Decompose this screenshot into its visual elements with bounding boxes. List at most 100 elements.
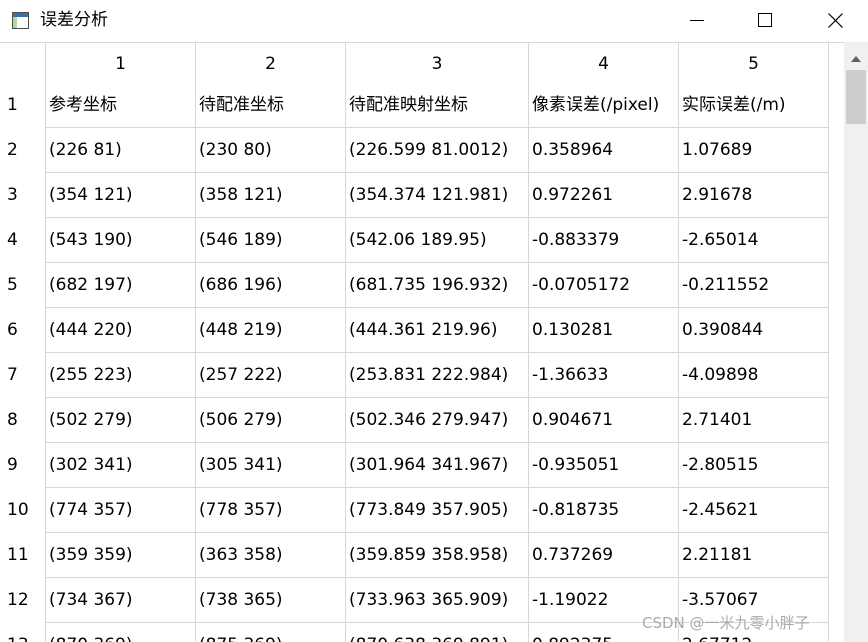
table-cell[interactable]: -0.883379 (529, 218, 679, 263)
table-cell[interactable]: (359 359) (46, 533, 196, 578)
table-cell[interactable]: (733.963 365.909) (346, 578, 529, 623)
table-cell[interactable]: (870 369) (46, 623, 196, 642)
title-bar: 误差分析 (0, 0, 868, 42)
table-cell[interactable]: (870.638 369.891) (346, 623, 529, 642)
table-cell[interactable]: 待配准映射坐标 (346, 83, 529, 128)
table-cell[interactable]: (546 189) (196, 218, 346, 263)
table-cell[interactable]: (734 367) (46, 578, 196, 623)
table-cell[interactable]: (506 279) (196, 398, 346, 443)
table-row: (255 223) (257 222) (253.831 222.984) -1.36… (46, 353, 829, 398)
table-cell[interactable]: (444 220) (46, 308, 196, 353)
table-cell[interactable]: (226 81) (46, 128, 196, 173)
table-cell[interactable]: 参考坐标 (46, 83, 196, 128)
column-header[interactable]: 4 (529, 43, 679, 83)
table-row: (543 190) (546 189) (542.06 189.95) -0.8833… (46, 218, 829, 263)
maximize-button[interactable] (742, 0, 788, 42)
table-cell[interactable]: (255 223) (46, 353, 196, 398)
table-cell[interactable]: -2.80515 (679, 443, 829, 488)
table-cell[interactable]: (358 121) (196, 173, 346, 218)
table-cell[interactable]: 0.130281 (529, 308, 679, 353)
close-icon (828, 13, 843, 28)
table-row: (359 359) (363 358) (359.859 358.958) 0.737… (46, 533, 829, 578)
row-header[interactable]: 2 (0, 128, 46, 173)
table-cell[interactable]: (773.849 357.905) (346, 488, 529, 533)
close-button[interactable] (812, 0, 858, 42)
minimize-button[interactable] (674, 0, 720, 42)
table-cell[interactable]: (230 80) (196, 128, 346, 173)
table-cell[interactable]: -1.36633 (529, 353, 679, 398)
row-header[interactable]: 6 (0, 308, 46, 353)
table-cell[interactable]: (682 197) (46, 263, 196, 308)
row-header[interactable]: 9 (0, 443, 46, 488)
window-title: 误差分析 (40, 10, 108, 30)
table-cell[interactable]: (738 365) (196, 578, 346, 623)
row-header[interactable]: 1 (0, 83, 46, 128)
table-cell[interactable]: 2.91678 (679, 173, 829, 218)
table-cell[interactable]: (354.374 121.981) (346, 173, 529, 218)
table-row: (774 357) (778 357) (773.849 357.905) -0.81… (46, 488, 829, 533)
row-header[interactable]: 5 (0, 263, 46, 308)
table-cell[interactable]: -0.818735 (529, 488, 679, 533)
row-header[interactable]: 12 (0, 578, 46, 623)
column-header[interactable]: 5 (679, 43, 829, 83)
table-cell[interactable]: -0.0705172 (529, 263, 679, 308)
table-cell[interactable]: (359.859 358.958) (346, 533, 529, 578)
table-cell[interactable]: 像素误差(/pixel) (529, 83, 679, 128)
table-cell[interactable]: 0.390844 (679, 308, 829, 353)
table-body: 参考坐标 待配准坐标 待配准映射坐标 像素误差(/pixel) 实际误差(/m) (226… (46, 83, 829, 642)
row-header[interactable]: 4 (0, 218, 46, 263)
table-cell[interactable]: (774 357) (46, 488, 196, 533)
table-cell[interactable]: (448 219) (196, 308, 346, 353)
data-table[interactable]: 12345678910111213 12345 参考坐标待配准坐标待配准映射坐标… (0, 42, 844, 642)
scrollbar-thumb[interactable] (846, 70, 866, 124)
watermark: CSDN @一米九零小胖子 (642, 614, 810, 632)
table-cell[interactable]: (363 358) (196, 533, 346, 578)
table-cell[interactable]: -2.65014 (679, 218, 829, 263)
table-cell[interactable]: (226.599 81.0012) (346, 128, 529, 173)
table-cell[interactable]: 待配准坐标 (196, 83, 346, 128)
table-cell[interactable]: (301.964 341.967) (346, 443, 529, 488)
table-row: (302 341) (305 341) (301.964 341.967) -0.93… (46, 443, 829, 488)
table-cell[interactable]: -2.45621 (679, 488, 829, 533)
vertical-scrollbar[interactable] (844, 42, 868, 642)
table-cell[interactable]: (305 341) (196, 443, 346, 488)
table-row: (354 121) (358 121) (354.374 121.981) 0.972… (46, 173, 829, 218)
table-cell[interactable]: (543 190) (46, 218, 196, 263)
table-cell[interactable]: 2.21181 (679, 533, 829, 578)
table-row: (226 81) (230 80) (226.599 81.0012) 0.35896… (46, 128, 829, 173)
table-cell[interactable]: (444.361 219.96) (346, 308, 529, 353)
row-header[interactable]: 13 (0, 623, 46, 642)
row-header[interactable]: 8 (0, 398, 46, 443)
table-cell[interactable]: (681.735 196.932) (346, 263, 529, 308)
table-cell[interactable]: -0.935051 (529, 443, 679, 488)
table-cell[interactable]: 0.358964 (529, 128, 679, 173)
row-header[interactable]: 10 (0, 488, 46, 533)
table-cell[interactable]: (502.346 279.947) (346, 398, 529, 443)
table-cell[interactable]: (542.06 189.95) (346, 218, 529, 263)
row-header[interactable]: 3 (0, 173, 46, 218)
table-cell[interactable]: (778 357) (196, 488, 346, 533)
table-cell[interactable]: (253.831 222.984) (346, 353, 529, 398)
table-cell[interactable]: 1.07689 (679, 128, 829, 173)
table-cell[interactable]: (875 369) (196, 623, 346, 642)
table-row: (502 279) (506 279) (502.346 279.947) 0.904… (46, 398, 829, 443)
scroll-up-arrow-icon[interactable] (851, 56, 861, 62)
row-header[interactable]: 11 (0, 533, 46, 578)
table-cell[interactable]: (686 196) (196, 263, 346, 308)
column-header[interactable]: 1 (46, 43, 196, 83)
column-header[interactable]: 3 (346, 43, 529, 83)
table-cell[interactable]: 0.904671 (529, 398, 679, 443)
table-cell[interactable]: (302 341) (46, 443, 196, 488)
table-row: (682 197) (686 196) (681.735 196.932) -0.07… (46, 263, 829, 308)
table-cell[interactable]: (354 121) (46, 173, 196, 218)
table-cell[interactable]: -4.09898 (679, 353, 829, 398)
table-cell[interactable]: 0.972261 (529, 173, 679, 218)
row-header[interactable]: 7 (0, 353, 46, 398)
column-header[interactable]: 2 (196, 43, 346, 83)
table-cell[interactable]: -0.211552 (679, 263, 829, 308)
table-cell[interactable]: (502 279) (46, 398, 196, 443)
table-cell[interactable]: (257 222) (196, 353, 346, 398)
table-cell[interactable]: 实际误差(/m) (679, 83, 829, 128)
table-cell[interactable]: 0.737269 (529, 533, 679, 578)
table-cell[interactable]: 2.71401 (679, 398, 829, 443)
